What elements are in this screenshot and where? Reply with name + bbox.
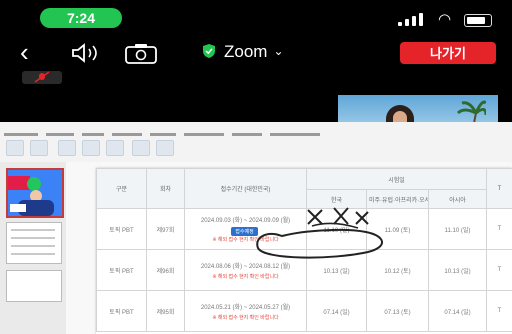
mic-muted-icon[interactable] — [22, 71, 62, 84]
header-category: 구분 — [96, 168, 147, 209]
ribbon-button[interactable] — [106, 140, 124, 156]
cell-region2: 11.09 (토) — [366, 208, 429, 250]
cell-region3: 07.14 (일) — [428, 290, 487, 332]
period-note: ※ 해외 접수 현지 확인 바랍니다 — [212, 314, 279, 321]
slide-thumbnail[interactable] — [6, 270, 62, 302]
status-icons: ◠ — [398, 10, 498, 28]
slide-thumbnail[interactable] — [6, 222, 62, 264]
cell-round: 제96회 — [146, 249, 185, 291]
cell-period: 2024.08.06 (화) ~ 2024.08.12 (월) ※ 해외 접수 … — [184, 249, 307, 291]
meeting-title[interactable]: Zoom ⌄ — [202, 42, 284, 64]
camera-switch-icon[interactable] — [124, 42, 158, 64]
chevron-down-icon: ⌄ — [273, 44, 284, 58]
meeting-toolbar: ‹ Zoom ⌄ 나가기 — [0, 36, 512, 70]
status-badge: 접수예정 — [231, 227, 258, 236]
table-row: 토픽 PBT 제97회 2024.09.03 (화) ~ 2024.09.09 … — [96, 208, 512, 250]
ribbon-button[interactable] — [58, 140, 76, 156]
header-korea: 한국 — [306, 189, 367, 209]
slide-thumbnails — [0, 162, 66, 334]
period-dates: 2024.08.06 (화) ~ 2024.08.12 (월) — [200, 263, 291, 270]
period-dates: 2024.09.03 (화) ~ 2024.09.09 (월) — [200, 218, 291, 224]
current-slide[interactable]: 구분 회차 접수기간 (대한민국) 시험일 T 한국 미주·유럽·아프리카·오세… — [96, 168, 512, 334]
cell-region2: 10.12 (토) — [366, 249, 429, 291]
leave-meeting-button[interactable]: 나가기 — [400, 42, 496, 64]
exam-schedule-table: 구분 회차 접수기간 (대한민국) 시험일 T 한국 미주·유럽·아프리카·오세… — [96, 168, 512, 332]
back-icon[interactable]: ‹ — [20, 39, 29, 65]
header-period: 접수기간 (대한민국) — [184, 168, 307, 209]
period-note: ※ 해외 접수 현지 확인 바랍니다 — [212, 237, 279, 243]
cell-korea: 10.13 (일) — [306, 249, 367, 291]
slide-thumbnail[interactable] — [6, 168, 64, 218]
header-region3: 아시아 — [428, 189, 487, 209]
cell-korea: 11.10 (일) — [306, 208, 367, 250]
cell-region4: T — [486, 208, 512, 250]
header-exam-date: 시험일 — [306, 168, 487, 190]
wifi-icon: ◠ — [438, 11, 452, 28]
cell-region2: 07.13 (토) — [366, 290, 429, 332]
cell-round: 제95회 — [146, 290, 185, 332]
ribbon-button[interactable] — [156, 140, 174, 156]
header-round: 회차 — [146, 168, 185, 209]
cell-region3: 10.13 (일) — [428, 249, 487, 291]
cell-period: 2024.05.21 (화) ~ 2024.05.27 (월) ※ 해외 접수 … — [184, 290, 307, 332]
cell-round: 제97회 — [146, 208, 185, 250]
cell-korea: 07.14 (일) — [306, 290, 367, 332]
shield-icon — [203, 44, 215, 58]
ribbon-button[interactable] — [30, 140, 48, 156]
ribbon-button[interactable] — [132, 140, 150, 156]
ribbon-button[interactable] — [82, 140, 100, 156]
period-note: ※ 해외 접수 현지 확인 바랍니다 — [212, 273, 279, 280]
cell-category: 토픽 PBT — [96, 290, 147, 332]
cell-category: 토픽 PBT — [96, 208, 147, 250]
period-dates: 2024.05.21 (화) ~ 2024.05.27 (월) — [200, 304, 291, 311]
status-time[interactable]: 7:24 — [40, 8, 122, 28]
status-bar: 7:24 ◠ — [0, 0, 512, 36]
shared-screen[interactable]: 구분 회차 접수기간 (대한민국) 시험일 T 한국 미주·유럽·아프리카·오세… — [0, 122, 512, 334]
cell-region4: T — [486, 290, 512, 332]
cell-region4: T — [486, 249, 512, 291]
signal-icon — [398, 12, 426, 26]
ppt-ribbon — [0, 122, 512, 163]
header-region4: T — [486, 168, 512, 209]
header-region2: 미주·유럽·아프리카·오세아니아 — [366, 189, 429, 209]
ribbon-button[interactable] — [6, 140, 24, 156]
cell-category: 토픽 PBT — [96, 249, 147, 291]
speaker-icon[interactable] — [70, 43, 102, 63]
table-row: 토픽 PBT 제96회 2024.08.06 (화) ~ 2024.08.12 … — [96, 249, 512, 291]
cell-period: 2024.09.03 (화) ~ 2024.09.09 (월) 접수예정 ※ 해… — [184, 208, 307, 250]
battery-icon — [464, 14, 492, 27]
meeting-title-label: Zoom — [224, 42, 268, 61]
table-row: 토픽 PBT 제95회 2024.05.21 (화) ~ 2024.05.27 … — [96, 290, 512, 332]
slide-editor: 구분 회차 접수기간 (대한민국) 시험일 T 한국 미주·유럽·아프리카·오세… — [66, 162, 512, 334]
cell-region3: 11.10 (일) — [428, 208, 487, 250]
